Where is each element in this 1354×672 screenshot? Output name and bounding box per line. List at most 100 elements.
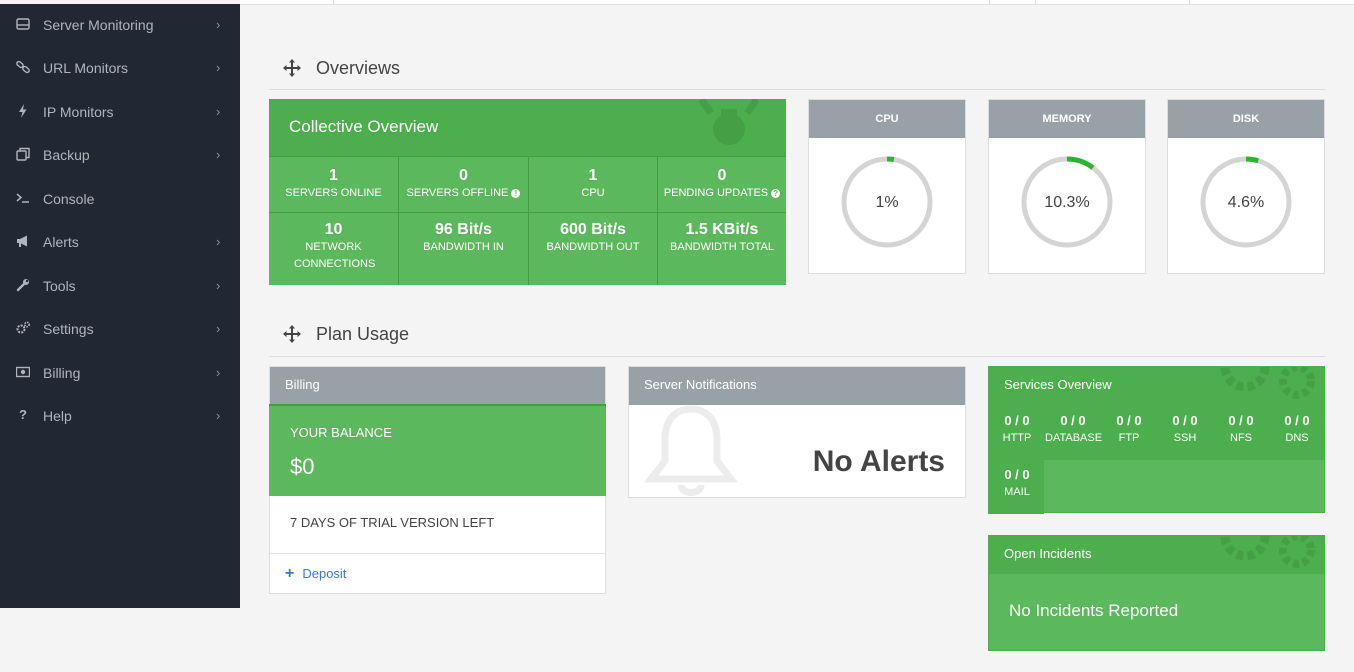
move-icon[interactable] [283, 59, 301, 77]
sidebar-item-label: Server Monitoring [43, 17, 154, 33]
service-label: FTP [1118, 432, 1140, 444]
chevron-right-icon: › [216, 278, 221, 293]
sidebar-item-console[interactable]: Console [0, 179, 240, 219]
memory-gauge-panel: MEMORY 10.3% [988, 99, 1146, 274]
trophy-icon [699, 99, 759, 145]
sidebar-item-url-monitors[interactable]: URL Monitors › [0, 48, 240, 88]
sidebar-item-label: Settings [43, 321, 94, 337]
billing-panel: Billing YOUR BALANCE $0 7 DAYS OF TRIAL … [269, 366, 606, 594]
service-value: 0 / 0 [1172, 413, 1198, 428]
service-value: 0 / 0 [1284, 413, 1310, 428]
service-value: 0 / 0 [1004, 413, 1030, 428]
stat-bandwidth-total: 1.5 KBit/s BANDWIDTH TOTAL [658, 213, 786, 285]
stat-pending-updates: 0 PENDING UPDATES ? [658, 157, 786, 213]
server-notifications-panel: Server Notifications No Alerts [628, 366, 966, 498]
move-icon[interactable] [283, 325, 301, 343]
top-bar [240, 0, 1354, 5]
sidebar-item-label: Alerts [43, 234, 79, 250]
question-circle-icon[interactable]: ? [771, 189, 781, 198]
gauge-title: MEMORY [989, 100, 1145, 138]
service-label: HTTP [1002, 432, 1032, 444]
stat-label: PENDING UPDATES [663, 187, 769, 199]
sidebar: Server Monitoring › URL Monitors › IP Mo… [0, 4, 240, 608]
money-icon [15, 365, 32, 381]
chevron-right-icon: › [216, 60, 221, 75]
stat-label-row: SERVERS OFFLINE ! [399, 185, 528, 202]
service-label: DATABASE [1045, 432, 1103, 444]
cpu-gauge-panel: CPU 1% [808, 99, 966, 274]
service-nfs: 0 / 0 NFS [1213, 413, 1269, 447]
gauge-value: 1% [875, 194, 899, 211]
stat-value: 10 [324, 221, 343, 238]
stat-network-connections: 10 NETWORK CONNECTIONS [269, 213, 399, 285]
balance-box: YOUR BALANCE $0 [269, 404, 606, 496]
collective-overview-panel: Collective Overview 1 SERVERS ONLINE 0 S… [269, 99, 786, 285]
stat-value: 1.5 KBit/s [685, 221, 759, 238]
stat-servers-offline: 0 SERVERS OFFLINE ! [399, 157, 529, 213]
sidebar-item-help[interactable]: ? Help › [0, 396, 240, 436]
chevron-right-icon: › [216, 147, 221, 162]
service-label: SSH [1173, 432, 1197, 444]
question-icon: ? [19, 407, 27, 422]
sidebar-item-label: Backup [43, 147, 90, 163]
service-http: 0 / 0 HTTP [989, 413, 1045, 447]
service-value: 0 / 0 [1060, 413, 1086, 428]
stat-value: 1 [329, 167, 338, 184]
trial-text: 7 DAYS OF TRIAL VERSION LEFT [290, 515, 495, 530]
collective-overview-header: Collective Overview [269, 99, 786, 157]
services-overview-header: Services Overview [989, 367, 1324, 405]
chevron-right-icon: › [216, 104, 221, 119]
service-value: 0 / 0 [1228, 413, 1254, 428]
bullhorn-icon [16, 234, 32, 250]
chevron-right-icon: › [216, 408, 221, 423]
service-label: DNS [1285, 432, 1309, 444]
top-bar-divider [1189, 0, 1190, 5]
gauge-value: 10.3% [1044, 194, 1090, 211]
service-mail: 0 / 0 MAIL [989, 467, 1045, 501]
deposit-link[interactable]: + Deposit [285, 565, 346, 583]
stat-label: SERVERS ONLINE [285, 187, 382, 199]
stat-value: 0 [717, 167, 727, 184]
plus-icon: + [285, 565, 295, 582]
sidebar-item-tools[interactable]: Tools › [0, 266, 240, 306]
sidebar-item-settings[interactable]: Settings › [0, 309, 240, 349]
open-incidents-panel: Open Incidents No Incidents Reported [988, 535, 1325, 651]
gauge-value: 4.6% [1227, 194, 1265, 211]
section-title-plan-usage: Plan Usage [316, 324, 410, 344]
sidebar-item-server-monitoring[interactable]: Server Monitoring › [0, 5, 240, 45]
stat-label: BANDWIDTH OUT [546, 241, 640, 253]
stat-bandwidth-out: 600 Bit/s BANDWIDTH OUT [529, 213, 658, 285]
billing-header: Billing [270, 367, 605, 405]
top-bar-divider [333, 0, 334, 5]
stat-value: 0 [459, 167, 468, 184]
open-incidents-header: Open Incidents [989, 536, 1324, 574]
gauge-title: CPU [809, 100, 965, 138]
sidebar-item-backup[interactable]: Backup › [0, 135, 240, 175]
stat-bandwidth-in: 96 Bit/s BANDWIDTH IN [399, 213, 529, 285]
exclamation-circle-icon[interactable]: ! [511, 189, 521, 198]
sidebar-item-billing[interactable]: Billing › [0, 353, 240, 393]
gears-icon [1220, 367, 1315, 399]
stat-label: BANDWIDTH TOTAL [670, 241, 774, 253]
sidebar-item-label: Tools [43, 278, 76, 294]
sidebar-item-label: URL Monitors [43, 60, 129, 76]
top-bar-divider [989, 0, 990, 5]
sidebar-item-label: Billing [43, 365, 81, 381]
stat-servers-online: 1 SERVERS ONLINE [269, 157, 399, 213]
stat-value: 96 Bit/s [435, 221, 492, 238]
server-notifications-header: Server Notifications [629, 367, 965, 405]
chevron-right-icon: › [216, 365, 221, 380]
section-divider [269, 356, 1325, 357]
terminal-icon [16, 191, 32, 207]
sidebar-item-label: Console [43, 191, 95, 207]
service-label: NFS [1230, 432, 1252, 444]
sidebar-item-alerts[interactable]: Alerts › [0, 222, 240, 262]
chevron-right-icon: › [216, 234, 221, 249]
deposit-label: Deposit [302, 566, 347, 581]
sidebar-item-ip-monitors[interactable]: IP Monitors › [0, 92, 240, 132]
sidebar-item-label: Help [43, 408, 72, 424]
gauge-title: DISK [1168, 100, 1324, 138]
service-ssh: 0 / 0 SSH [1157, 413, 1213, 447]
server-icon [16, 17, 32, 33]
wrench-icon [16, 278, 32, 294]
